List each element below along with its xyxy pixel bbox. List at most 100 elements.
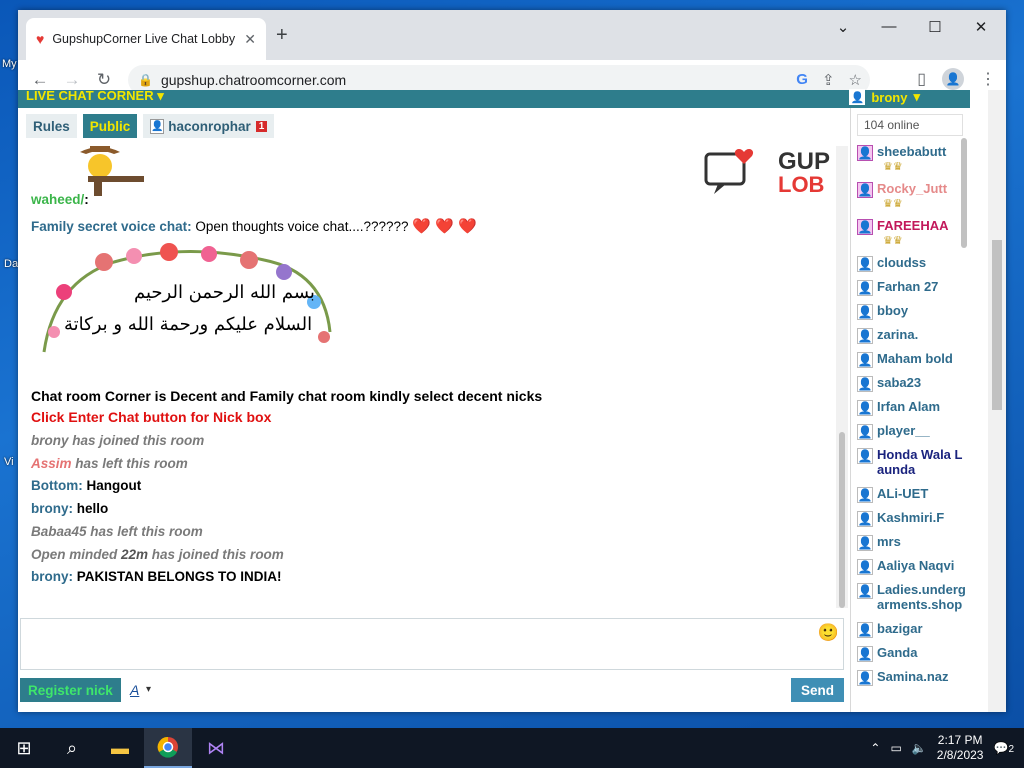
system-message: Babaa45 has left this room [31,524,203,539]
male-user-icon: 👤 [857,352,873,368]
page-scrollbar[interactable] [988,90,1006,712]
new-tab-icon[interactable]: + [276,24,288,47]
share-icon[interactable]: ⇪ [822,71,835,89]
user-menu[interactable]: 👤 brony ▾ [849,89,920,105]
userlist-username: Ladies.undergarments.shop [877,582,966,612]
file-explorer-icon[interactable]: ▬ [96,728,144,768]
maximize-icon[interactable]: ☐ [912,18,958,36]
user-icon: 👤 [150,118,165,134]
logo-text-bottom: LOB [778,172,825,197]
reload-icon[interactable]: ↻ [88,70,120,90]
male-user-icon: 👤 [857,304,873,320]
userlist-username: Maham bold [877,351,953,366]
back-icon[interactable]: ← [24,70,56,90]
desktop-label[interactable]: Da [4,258,18,270]
site-topbar: LIVE CHAT CORNER ▾ 👤 brony ▾ [18,88,970,108]
desktop-label[interactable]: My [2,58,17,70]
minimize-icon[interactable]: — [866,18,912,35]
userlist-item[interactable]: 👤 sheebabutt ♛♛ [857,144,967,173]
userlist-item[interactable]: 👤 mrs [857,534,967,551]
userlist-item[interactable]: 👤 cloudss [857,255,967,272]
visual-studio-icon[interactable]: ⋈ [192,728,240,768]
emoji-smiley-icon[interactable]: 🙂 [818,623,839,643]
close-tab-icon[interactable]: ✕ [244,31,256,48]
male-user-icon: 👤 [857,535,873,551]
userlist-item[interactable]: 👤 Ganda [857,645,967,662]
profile-icon[interactable]: 👤 [942,68,964,90]
male-user-icon: 👤 [857,256,873,272]
message-nick[interactable]: Family secret voice chat [31,219,187,234]
message-nick[interactable]: Assim [31,456,72,471]
register-nick-button[interactable]: Register nick [20,678,121,702]
close-window-icon[interactable]: ✕ [958,18,1004,36]
message-nick[interactable]: waheed/ [31,192,84,207]
forward-icon[interactable]: → [56,70,88,90]
chat-message: Chat room Corner is Decent and Family ch… [31,388,543,404]
userlist-item[interactable]: 👤 Farhan 27 [857,279,967,296]
taskbar: ⊞ ⌕ ▬ ⋈ ⌃ ▭ 🔈 2:17 PM 2/8/2023 💬2 [0,728,1024,768]
userlist-item[interactable]: 👤 Ladies.undergarments.shop [857,582,967,612]
userlist-username: Rocky_Jutt [877,181,948,196]
userlist-item[interactable]: 👤 Rocky_Jutt ♛♛ [857,181,967,210]
side-panel-icon[interactable]: ▯ [917,69,926,89]
menu-kebab-icon[interactable]: ⋮ [980,69,996,89]
userlist-item[interactable]: 👤 bboy [857,303,967,320]
messages-scrollbar[interactable] [836,146,848,608]
userlist-item[interactable]: 👤 Honda Wala Launda [857,447,967,477]
system-message: brony has joined this room [31,433,205,448]
userlist-username: player__ [877,423,930,438]
message-text: PAKISTAN BELONGS TO INDIA! [73,569,282,584]
start-windows-icon[interactable]: ⊞ [0,728,48,768]
userlist-username: Aaliya Naqvi [877,558,955,573]
tab-rules[interactable]: Rules [26,114,77,138]
userlist-username: Irfan Alam [877,399,941,414]
message-nick[interactable]: Bottom [31,478,78,493]
crown-icon: ♛♛ [883,161,903,173]
message-list[interactable]: GUP LOB waheed/: Family secret voice cha… [18,146,836,608]
male-user-icon: 👤 [857,376,873,392]
userlist-item[interactable]: 👤 Aaliya Naqvi [857,558,967,575]
female-user-icon: 👤 [857,145,873,161]
userlist-username: zarina. [877,327,919,342]
desktop-label[interactable]: Vi [4,456,14,468]
userlist-item[interactable]: 👤 Maham bold [857,351,967,368]
userlist-username: Honda Wala Launda [877,447,963,477]
chrome-icon[interactable] [144,728,192,768]
userlist-item[interactable]: 👤 player__ [857,423,967,440]
site-brand[interactable]: LIVE CHAT CORNER ▾ [26,88,164,104]
tab-search-icon[interactable]: ⌄ [820,18,866,36]
url-text[interactable]: gupshup.chatroomcorner.com [161,72,346,88]
userlist-item[interactable]: 👤 Samina.naz [857,669,967,686]
bookmark-star-icon[interactable]: ☆ [849,71,862,89]
google-icon[interactable]: G [796,71,808,89]
userlist-item[interactable]: 👤 saba23 [857,375,967,392]
tab-public[interactable]: Public [82,114,138,138]
chat-message: brony: PAKISTAN BELONGS TO INDIA! [31,569,282,584]
volume-icon[interactable]: 🔈 [912,741,927,755]
font-style-button[interactable]: A [130,682,139,698]
userlist-item[interactable]: 👤 ALi-UET [857,486,967,503]
userlist-item[interactable]: 👤 zarina. [857,327,967,344]
male-user-icon: 👤 [857,622,873,638]
search-icon[interactable]: ⌕ [48,728,96,768]
userlist-item[interactable]: 👤 bazigar [857,621,967,638]
userlist-item[interactable]: 👤 Kashmiri.F [857,510,967,527]
chevron-down-icon[interactable]: ▾ [146,684,151,695]
chevron-up-icon[interactable]: ⌃ [870,741,880,755]
userlist-scrollbar[interactable] [958,108,970,712]
male-user-icon: 👤 [857,448,873,464]
browser-window: ♥ GupshupCorner Live Chat Lobby ✕ + ⌄ — … [18,10,1006,712]
network-icon[interactable]: ▭ [890,741,901,755]
userlist-item[interactable]: 👤 FAREEHAA ♛♛ [857,218,967,247]
message-nick[interactable]: brony [31,501,69,516]
tab-strip: ♥ GupshupCorner Live Chat Lobby ✕ + ⌄ — … [18,10,1006,60]
message-input[interactable]: 🙂 [20,618,844,670]
message-nick[interactable]: brony [31,569,69,584]
clock[interactable]: 2:17 PM 2/8/2023 [937,733,984,763]
send-button[interactable]: Send [790,678,844,702]
tab-private-chat[interactable]: 👤 haconrophar 1 [143,114,275,138]
browser-tab[interactable]: ♥ GupshupCorner Live Chat Lobby ✕ [26,18,266,60]
lock-icon[interactable]: 🔒 [138,73,153,87]
userlist-item[interactable]: 👤 Irfan Alam [857,399,967,416]
notifications-icon[interactable]: 💬2 [993,741,1014,755]
